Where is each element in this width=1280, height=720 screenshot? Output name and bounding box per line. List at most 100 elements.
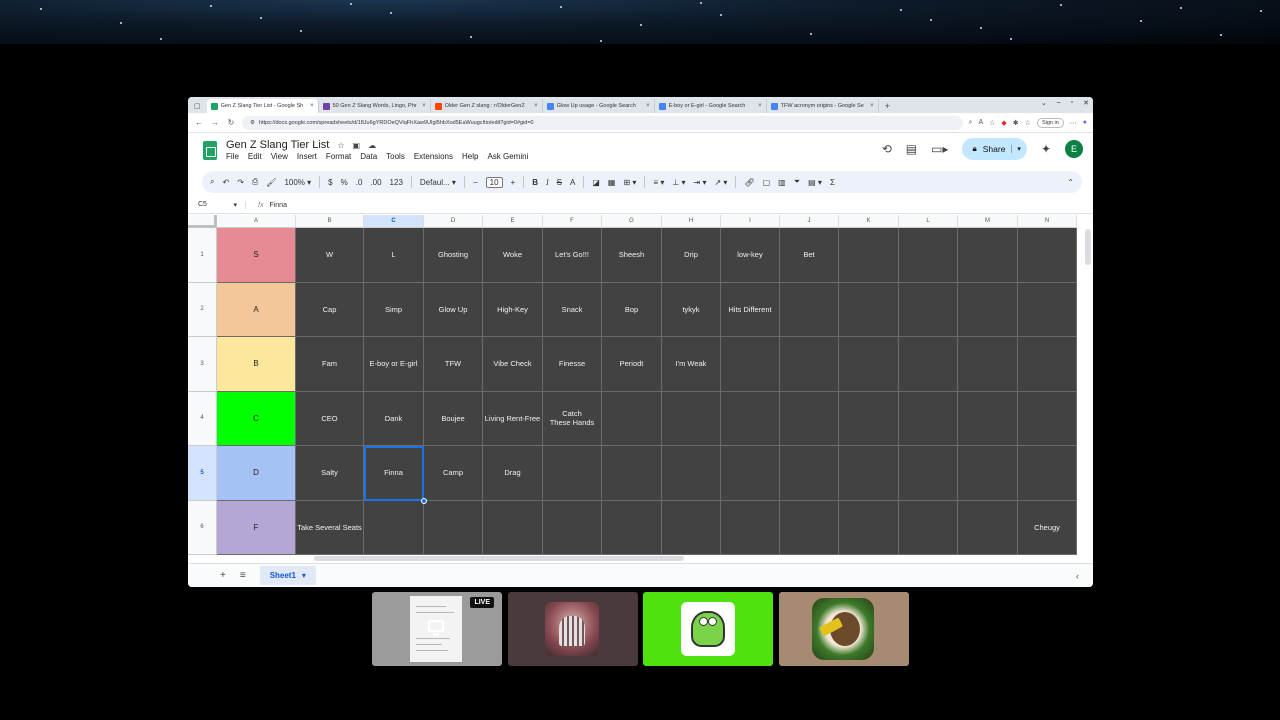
grid-cell[interactable] xyxy=(483,500,543,555)
grid-cell[interactable] xyxy=(780,337,839,392)
fill-color-icon[interactable]: ◪ xyxy=(592,178,600,187)
text-color-icon[interactable]: A xyxy=(570,178,575,187)
grid-cell[interactable] xyxy=(780,500,839,555)
select-all-corner[interactable] xyxy=(188,215,217,228)
tab-close-icon[interactable]: × xyxy=(646,103,650,109)
grid-cell[interactable]: Simp xyxy=(364,282,424,337)
tab-close-icon[interactable]: × xyxy=(310,103,314,109)
grid-cell[interactable] xyxy=(721,500,780,555)
grid-cell[interactable]: Hits Different xyxy=(721,282,780,337)
grid-cell[interactable] xyxy=(958,337,1018,392)
forward-icon[interactable]: → xyxy=(210,118,220,127)
grid-cell[interactable] xyxy=(899,446,958,501)
font-size-increase-icon[interactable]: + xyxy=(511,178,516,187)
menu-item-edit[interactable]: Edit xyxy=(248,152,262,161)
browser-tab[interactable]: Older Gen Z slang : r/OlderGenZ × xyxy=(431,99,543,113)
tab-search-icon[interactable]: ▢ xyxy=(188,99,207,113)
grid-cell[interactable]: Drip xyxy=(662,228,721,283)
doc-title[interactable]: Gen Z Slang Tier List xyxy=(226,139,329,151)
grid-cell[interactable] xyxy=(1018,391,1077,446)
extensions-icon[interactable]: ✱ xyxy=(1013,119,1019,127)
grid-cell[interactable] xyxy=(1018,228,1077,283)
grid-cell[interactable] xyxy=(958,446,1018,501)
grid-cell[interactable]: Sheesh xyxy=(602,228,662,283)
row-header[interactable]: 3 xyxy=(188,337,217,392)
merge-cells-icon[interactable]: ⊞ ▾ xyxy=(623,178,636,187)
grid-cell[interactable]: High-Key xyxy=(483,282,543,337)
grid-cell[interactable] xyxy=(364,500,424,555)
share-button[interactable]: 🔒︎ Share ▾ xyxy=(962,138,1027,160)
back-icon[interactable]: ← xyxy=(194,118,204,127)
column-header[interactable]: D xyxy=(424,215,483,228)
row-header[interactable]: 6 xyxy=(188,500,217,555)
star-icon[interactable]: ☆ xyxy=(337,141,344,150)
cloud-status-icon[interactable]: ☁ xyxy=(368,141,376,150)
row-header[interactable]: 5 xyxy=(188,446,217,501)
grid-cell[interactable] xyxy=(721,337,780,392)
sign-in-button[interactable]: Sign in xyxy=(1036,117,1064,128)
menu-item-file[interactable]: File xyxy=(226,152,239,161)
new-tab-icon[interactable]: + xyxy=(879,99,896,113)
tier-label-cell[interactable]: S xyxy=(217,228,296,283)
grid-cell[interactable] xyxy=(543,446,602,501)
participant-tile-screen-share[interactable]: LIVE xyxy=(372,592,502,666)
grid-cell[interactable] xyxy=(662,446,721,501)
tab-close-icon[interactable]: × xyxy=(870,103,874,109)
increase-decimal-button[interactable]: .00 xyxy=(370,178,381,187)
collapse-toolbar-icon[interactable]: ⌃ xyxy=(1067,178,1074,187)
grid-cell[interactable] xyxy=(839,337,899,392)
grid-cell[interactable]: Bet xyxy=(780,228,839,283)
grid-cell[interactable] xyxy=(424,500,483,555)
print-icon[interactable]: ⎙ xyxy=(252,177,258,187)
redo-icon[interactable]: ↷ xyxy=(237,178,244,187)
filter-icon[interactable]: ⏷ xyxy=(794,177,800,187)
grid-cell[interactable] xyxy=(602,391,662,446)
zoom-icon[interactable]: ⌕ xyxy=(969,119,973,127)
sheets-logo-icon[interactable] xyxy=(203,140,217,160)
vertical-scrollbar[interactable] xyxy=(1085,229,1091,265)
horizontal-align-icon[interactable]: ≡ ▾ xyxy=(653,178,664,187)
tab-close-icon[interactable]: × xyxy=(534,103,538,109)
grid-cell[interactable]: Salty xyxy=(296,446,364,501)
menu-item-extensions[interactable]: Extensions xyxy=(414,152,453,161)
functions-icon[interactable]: Σ xyxy=(830,178,835,187)
site-info-icon[interactable]: ⚙ xyxy=(250,120,255,126)
grid-cell[interactable]: Bop xyxy=(602,282,662,337)
grid-cell[interactable] xyxy=(899,337,958,392)
tier-label-cell[interactable]: D xyxy=(217,446,296,501)
grid-cell[interactable] xyxy=(1018,446,1077,501)
selection-fill-handle[interactable] xyxy=(421,497,427,504)
font-size-decrease-icon[interactable]: − xyxy=(473,178,478,187)
menu-item-insert[interactable]: Insert xyxy=(297,152,317,161)
tab-close-icon[interactable]: × xyxy=(422,103,426,109)
grid-cell[interactable] xyxy=(780,446,839,501)
participant-tile[interactable] xyxy=(779,592,909,666)
grid-cell[interactable] xyxy=(839,446,899,501)
column-header[interactable]: H xyxy=(662,215,721,228)
grid-cell[interactable] xyxy=(958,228,1018,283)
horizontal-scrollbar[interactable] xyxy=(314,556,684,561)
menu-item-ask-gemini[interactable]: Ask Gemini xyxy=(487,152,528,161)
extension-shield-icon[interactable]: ◆ xyxy=(1001,119,1006,127)
grid-cell[interactable]: Periodt xyxy=(602,337,662,392)
grid-cell[interactable] xyxy=(958,391,1018,446)
grid-cell[interactable]: Woke xyxy=(483,228,543,283)
grid-cell[interactable]: Boujee xyxy=(424,391,483,446)
grid-cell[interactable]: Catch These Hands xyxy=(543,391,602,446)
grid-cell[interactable]: TFW xyxy=(424,337,483,392)
add-sheet-icon[interactable]: + xyxy=(220,570,226,581)
bookmark-star-icon[interactable]: ☆ xyxy=(989,119,995,127)
menu-item-view[interactable]: View xyxy=(271,152,288,161)
share-dropdown-icon[interactable]: ▾ xyxy=(1011,145,1021,153)
grid-cell[interactable]: Snack xyxy=(543,282,602,337)
grid-cell[interactable] xyxy=(899,500,958,555)
borders-icon[interactable]: ▦ xyxy=(608,178,616,187)
grid-cell[interactable]: Living Rent-Free xyxy=(483,391,543,446)
menu-item-help[interactable]: Help xyxy=(462,152,478,161)
grid-cell[interactable]: Vibe Check xyxy=(483,337,543,392)
text-wrap-icon[interactable]: ⇥ ▾ xyxy=(694,178,707,187)
grid-cell[interactable]: Ghosting xyxy=(424,228,483,283)
percent-button[interactable]: % xyxy=(341,178,348,187)
filter-views-icon[interactable]: ▤ ▾ xyxy=(808,178,822,187)
currency-icon[interactable]: $ xyxy=(328,178,332,187)
